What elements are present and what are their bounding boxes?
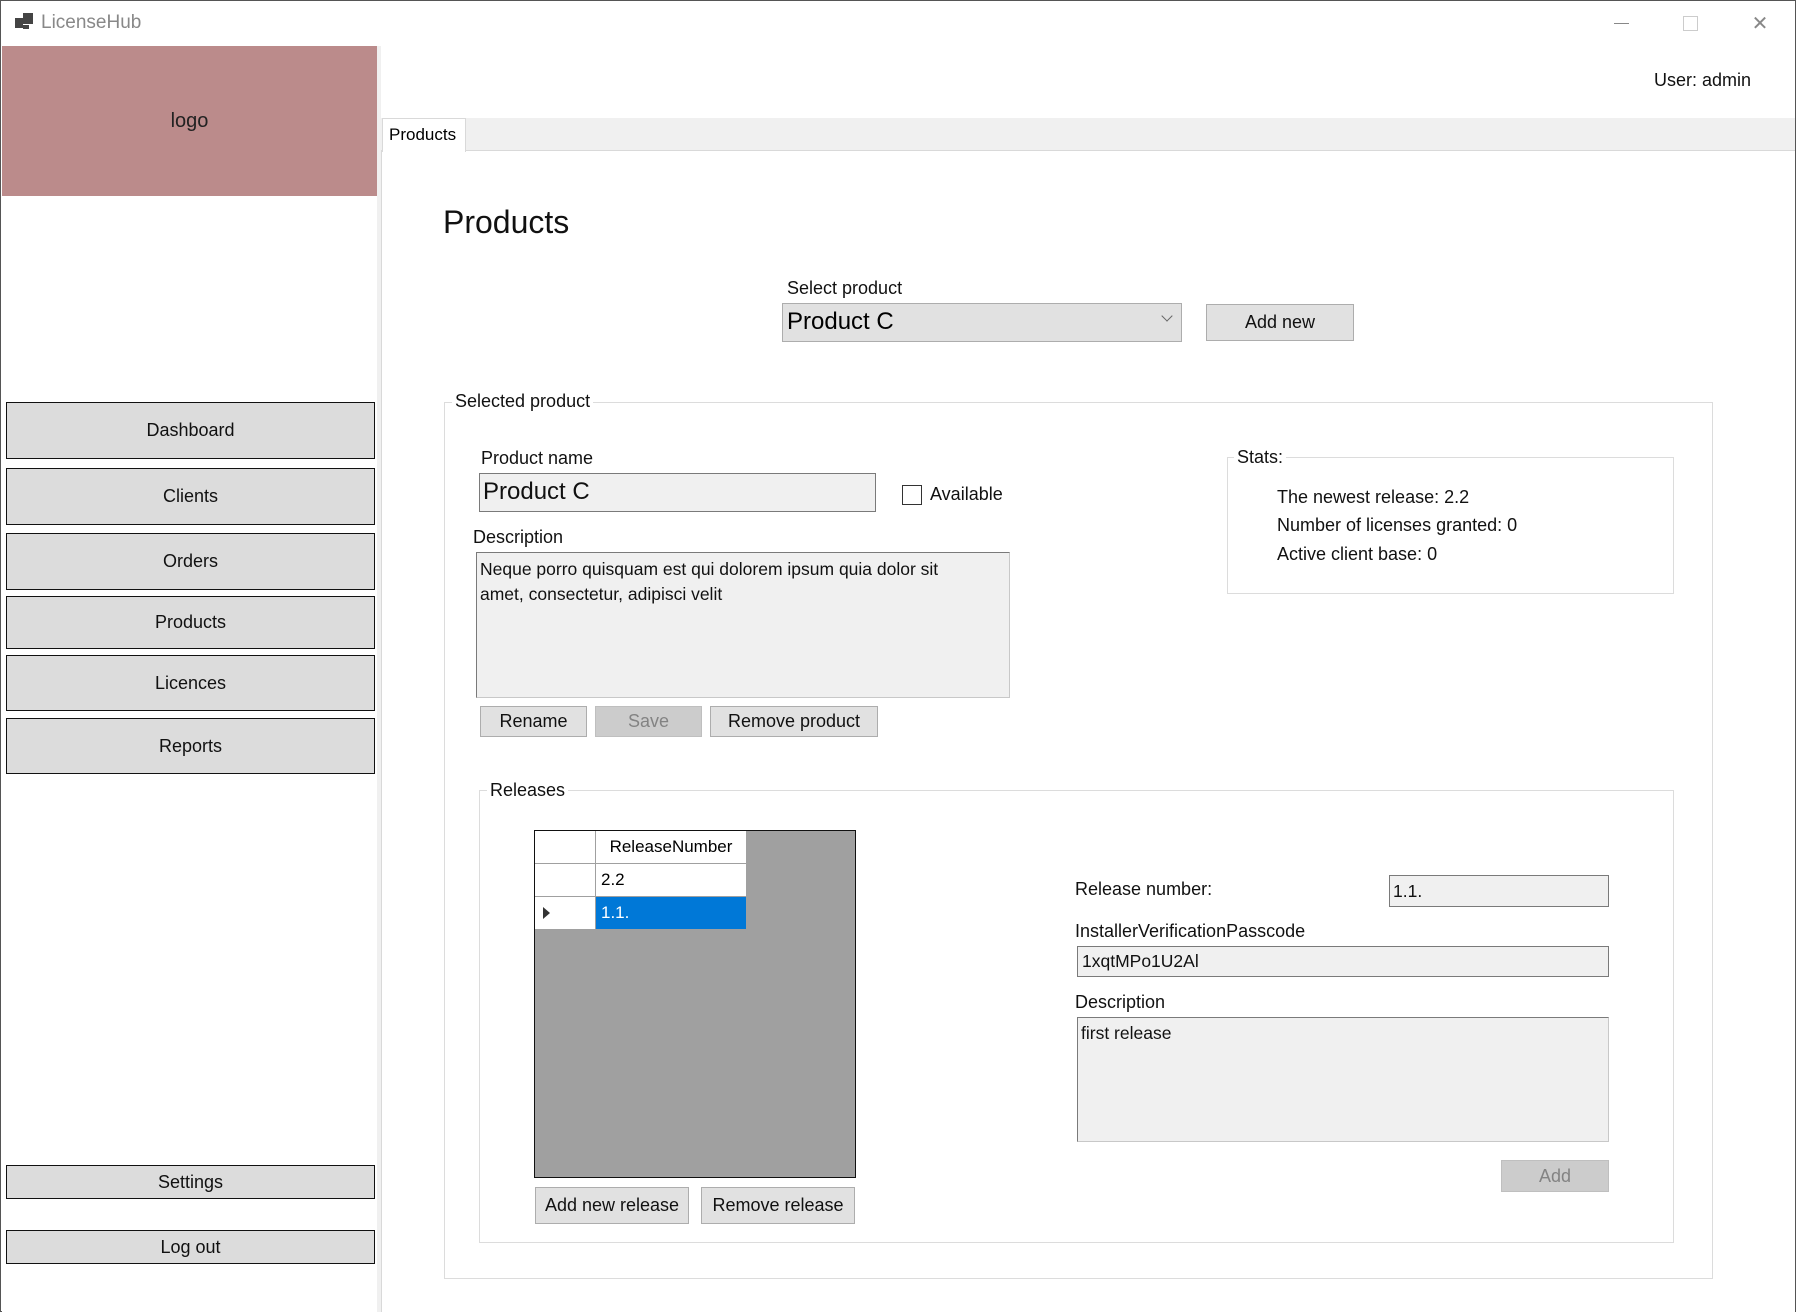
select-product-label: Select product xyxy=(787,278,903,298)
nav-dashboard-button[interactable]: Dashboard xyxy=(6,402,375,459)
product-name-label: Product name xyxy=(481,448,594,468)
stat-licenses-granted: Number of licenses granted: 0 xyxy=(1277,515,1518,535)
maximize-icon xyxy=(1682,16,1698,31)
current-row-arrow-icon xyxy=(543,907,550,919)
window-title: LicenseHub xyxy=(41,12,142,33)
maximize-button[interactable] xyxy=(1656,1,1724,46)
selected-product-group-title: Selected product xyxy=(452,391,594,412)
page-title: Products xyxy=(443,204,570,240)
title-bar: LicenseHub ✕ xyxy=(1,1,1795,46)
row-header[interactable] xyxy=(535,897,596,930)
release-number-label: Release number: xyxy=(1075,879,1213,899)
grid-corner-cell xyxy=(535,831,596,864)
release-description-label: Description xyxy=(1075,992,1166,1012)
row-header[interactable] xyxy=(535,864,596,897)
stat-newest-release: The newest release: 2.2 xyxy=(1277,487,1470,507)
table-row[interactable]: 2.2 xyxy=(535,864,747,897)
logout-button[interactable]: Log out xyxy=(6,1230,375,1264)
save-button[interactable]: Save xyxy=(595,706,702,737)
release-description-textarea[interactable]: first release xyxy=(1077,1017,1609,1142)
tab-products[interactable]: Products xyxy=(382,118,466,152)
app-icon xyxy=(15,13,35,31)
table-row[interactable]: 1.1. xyxy=(535,897,747,930)
remove-release-button[interactable]: Remove release xyxy=(701,1187,855,1224)
close-button[interactable]: ✕ xyxy=(1726,1,1794,46)
remove-product-button[interactable]: Remove product xyxy=(710,706,878,737)
product-select[interactable]: Product C xyxy=(782,303,1182,342)
sidebar: logo Dashboard Clients Orders Products L… xyxy=(2,46,378,1312)
releases-grid[interactable]: ReleaseNumber 2.2 1.1. xyxy=(534,830,856,1178)
passcode-label: InstallerVerificationPasscode xyxy=(1075,921,1306,941)
user-label: User: admin xyxy=(1654,70,1752,90)
nav-reports-button[interactable]: Reports xyxy=(6,718,375,774)
rename-button[interactable]: Rename xyxy=(480,706,587,737)
nav-clients-button[interactable]: Clients xyxy=(6,468,375,525)
minimize-icon xyxy=(1613,23,1629,24)
release-number-input[interactable]: 1.1. xyxy=(1389,875,1609,907)
add-new-release-button[interactable]: Add new release xyxy=(535,1187,689,1224)
logo: logo xyxy=(2,46,377,196)
nav-orders-button[interactable]: Orders xyxy=(6,533,375,590)
add-release-button[interactable]: Add xyxy=(1501,1160,1609,1192)
chevron-down-icon xyxy=(1161,310,1173,322)
description-label: Description xyxy=(473,527,564,547)
stats-group-title: Stats: xyxy=(1234,447,1287,468)
product-select-value: Product C xyxy=(787,308,894,335)
nav-licences-button[interactable]: Licences xyxy=(6,655,375,711)
release-number-cell[interactable]: 2.2 xyxy=(596,864,747,897)
settings-button[interactable]: Settings xyxy=(6,1165,375,1199)
releases-group-title: Releases xyxy=(487,780,569,801)
available-checkbox[interactable] xyxy=(902,485,922,505)
release-number-cell[interactable]: 1.1. xyxy=(596,897,747,930)
tab-strip xyxy=(381,118,1795,151)
nav-products-button[interactable]: Products xyxy=(6,596,375,649)
column-header-release-number[interactable]: ReleaseNumber xyxy=(596,831,747,864)
product-name-input[interactable]: Product C xyxy=(479,473,876,512)
grid-header-row: ReleaseNumber xyxy=(535,831,747,864)
add-new-product-button[interactable]: Add new xyxy=(1206,304,1354,341)
passcode-input[interactable]: 1xqtMPo1U2Al xyxy=(1077,946,1609,977)
close-icon: ✕ xyxy=(1751,13,1769,35)
product-description-textarea[interactable]: Neque porro quisquam est qui dolorem ips… xyxy=(476,552,1010,698)
available-label: Available xyxy=(930,484,1003,504)
minimize-button[interactable] xyxy=(1587,1,1655,46)
app-window: LicenseHub ✕ logo Dashboard Clients Orde… xyxy=(0,0,1796,1312)
stat-active-client-base: Active client base: 0 xyxy=(1277,544,1438,564)
